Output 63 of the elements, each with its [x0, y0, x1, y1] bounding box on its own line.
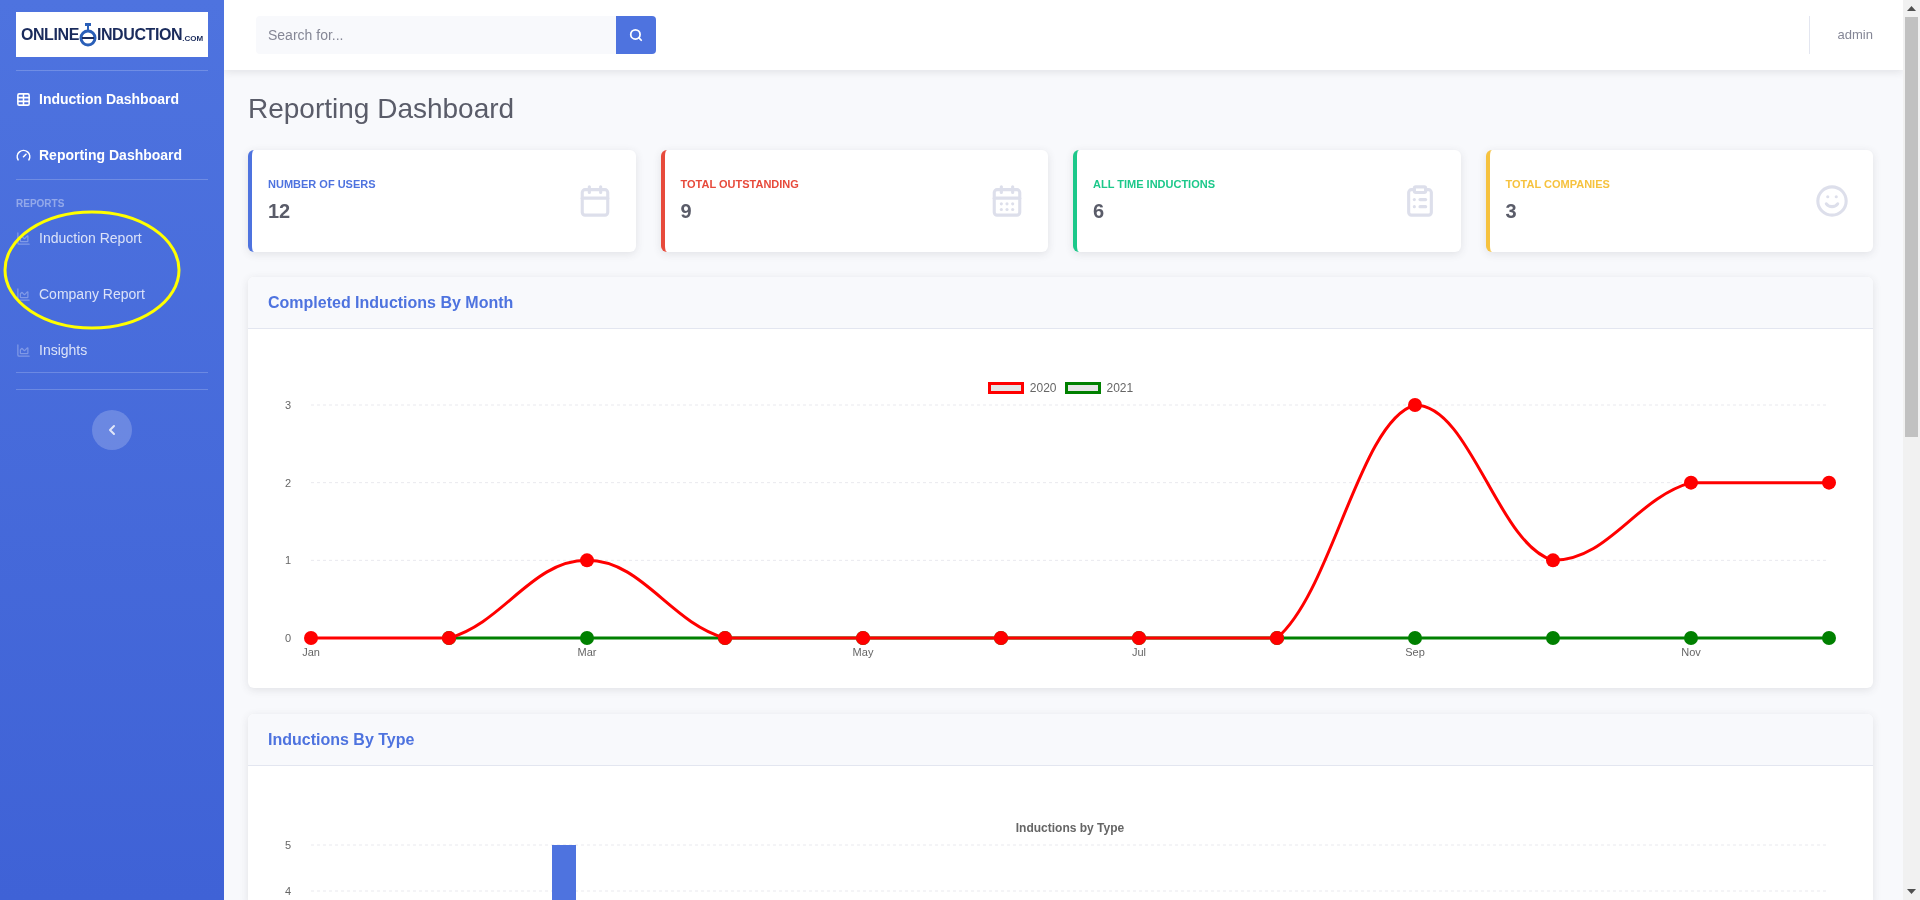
scrollbar-thumb[interactable]	[1905, 17, 1918, 437]
table-icon	[16, 91, 31, 107]
scroll-down-icon	[1907, 889, 1916, 894]
x-tick-label: Jul	[1131, 646, 1147, 658]
stat-label: NUMBER OF USERS	[268, 177, 377, 193]
gauge-icon	[16, 147, 31, 163]
logo-text: ONLINE	[20, 24, 79, 45]
legend-label: 2021	[1106, 380, 1134, 397]
data-point	[1822, 631, 1836, 645]
nav-link[interactable]: Reporting Dashboard	[16, 127, 208, 183]
data-point	[580, 631, 594, 645]
stat-value: 12	[268, 198, 292, 224]
x-tick-label: Sep	[1405, 646, 1425, 658]
stat-value: 9	[680, 198, 693, 224]
stat-value: 3	[1505, 198, 1518, 224]
nav-link[interactable]: Company Report	[16, 266, 208, 322]
area-chart-icon	[16, 230, 31, 246]
data-point	[1684, 631, 1698, 645]
stopwatch-icon	[78, 22, 97, 47]
logo-text: INDUCTION	[96, 24, 183, 45]
x-tick-label: May	[852, 646, 874, 658]
stat-label: TOTAL COMPANIES	[1505, 177, 1611, 193]
area-chart-icon	[16, 286, 31, 302]
y-tick-label: 4	[284, 885, 291, 897]
scrollbar[interactable]	[1903, 0, 1920, 900]
x-tick-label: Mar	[577, 646, 597, 658]
card-title: Completed Inductions By Month	[268, 292, 514, 313]
page-title: Reporting Dashboard	[248, 92, 516, 126]
y-tick-label: 0	[284, 632, 291, 644]
data-point	[1822, 475, 1836, 490]
calendar-grid-icon	[990, 184, 1024, 218]
x-tick-label: Jan	[302, 646, 320, 658]
nav-link[interactable]: Induction Report	[16, 210, 208, 266]
y-tick-label: 1	[284, 554, 291, 567]
scroll-up-icon	[1907, 6, 1916, 11]
chart-title: Inductions by Type	[1015, 821, 1125, 835]
stat-label: TOTAL OUTSTANDING	[680, 177, 800, 193]
section-heading: REPORTS	[16, 198, 66, 210]
card-title: Inductions By Type	[268, 729, 415, 750]
data-point	[304, 631, 318, 645]
y-tick-label: 5	[284, 839, 291, 851]
data-point	[580, 553, 594, 568]
data-point	[1408, 631, 1422, 645]
y-tick-label: 3	[284, 399, 291, 411]
data-point	[1546, 553, 1560, 568]
logo-suffix: .COM	[182, 34, 204, 45]
user-name[interactable]: admin	[1837, 25, 1873, 45]
search-icon	[629, 28, 643, 42]
legend-label: 2020	[1029, 380, 1057, 397]
area-chart-icon	[16, 342, 31, 358]
data-point	[1408, 398, 1422, 412]
y-tick-label: 2	[284, 476, 291, 489]
search-button[interactable]	[616, 16, 656, 54]
smiley-icon	[1815, 184, 1849, 218]
data-point	[1684, 475, 1698, 490]
sidebar-toggle[interactable]	[92, 410, 132, 450]
nav-link[interactable]: Induction Dashboard	[16, 71, 208, 127]
data-point	[1546, 631, 1560, 645]
nav-link[interactable]: Insights	[16, 322, 208, 378]
x-tick-label: Nov	[1681, 646, 1701, 658]
stat-value: 6	[1093, 198, 1106, 224]
stat-label: ALL TIME INDUCTIONS	[1093, 177, 1216, 193]
bar	[552, 845, 576, 900]
